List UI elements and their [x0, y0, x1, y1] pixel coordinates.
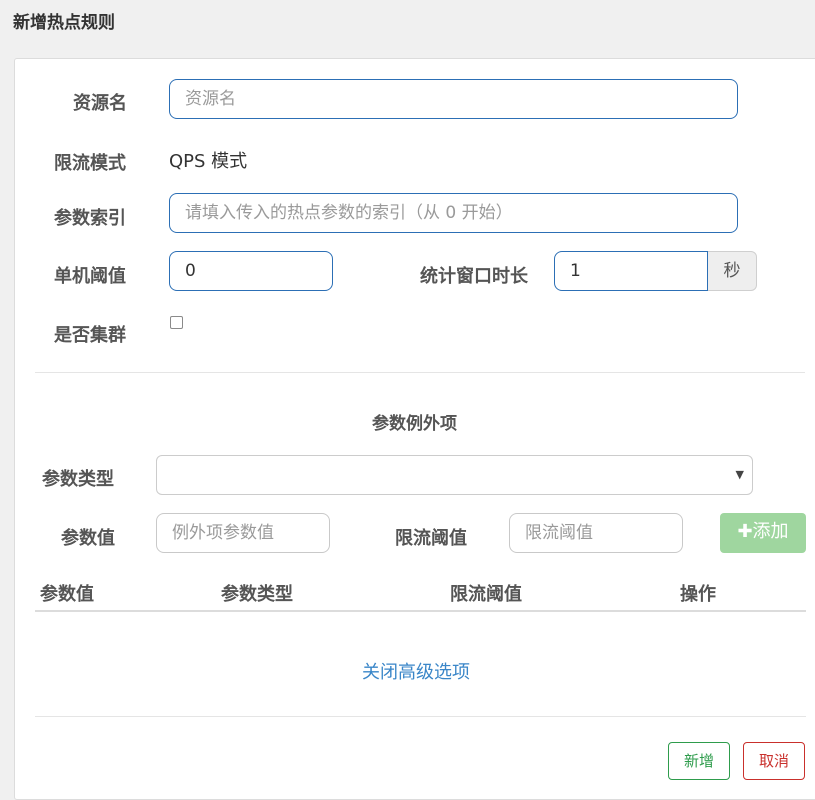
threshold-input[interactable] [169, 251, 333, 291]
rule-form-panel: 资源名 限流模式 QPS 模式 参数索引 单机阈值 统计窗口时长 秒 是否集群 … [14, 58, 815, 800]
page-title: 新增热点规则 [13, 13, 115, 33]
limit-mode-label: 限流模式 [54, 153, 126, 174]
window-duration-input[interactable] [554, 251, 708, 291]
cancel-button[interactable]: 取消 [743, 742, 805, 780]
form-divider [35, 372, 805, 373]
window-duration-label: 统计窗口时长 [420, 266, 528, 287]
table-header-param-type: 参数类型 [221, 584, 293, 605]
exceptions-section-title: 参数例外项 [372, 414, 457, 434]
resource-name-input[interactable] [169, 79, 738, 119]
add-button-label: 添加 [752, 521, 789, 542]
resource-name-label: 资源名 [73, 93, 127, 114]
table-header-param-value: 参数值 [40, 584, 94, 605]
threshold-label: 单机阈值 [54, 266, 126, 287]
param-index-input[interactable] [169, 193, 738, 233]
param-value-label: 参数值 [61, 528, 115, 549]
param-index-label: 参数索引 [54, 208, 126, 229]
cluster-label: 是否集群 [54, 325, 126, 346]
window-unit-addon: 秒 [708, 251, 757, 291]
table-header-actions: 操作 [680, 584, 716, 605]
submit-button[interactable]: 新增 [668, 742, 730, 780]
cluster-checkbox[interactable] [170, 316, 183, 329]
limit-threshold-input[interactable] [509, 513, 683, 553]
toggle-advanced-options-link[interactable]: 关闭高级选项 [362, 658, 470, 684]
exception-param-value-input[interactable] [156, 513, 330, 553]
limit-threshold-label: 限流阈值 [395, 528, 467, 549]
param-type-select[interactable]: ▼ [156, 455, 753, 495]
plus-icon: ✚ [737, 521, 753, 542]
param-type-label: 参数类型 [42, 469, 114, 490]
add-exception-button[interactable]: ✚添加 [720, 513, 806, 553]
table-header-divider [35, 610, 806, 612]
table-header-limit-threshold: 限流阈值 [450, 584, 522, 605]
limit-mode-value: QPS 模式 [169, 151, 248, 172]
chevron-down-icon: ▼ [735, 468, 744, 481]
footer-divider [35, 716, 806, 717]
